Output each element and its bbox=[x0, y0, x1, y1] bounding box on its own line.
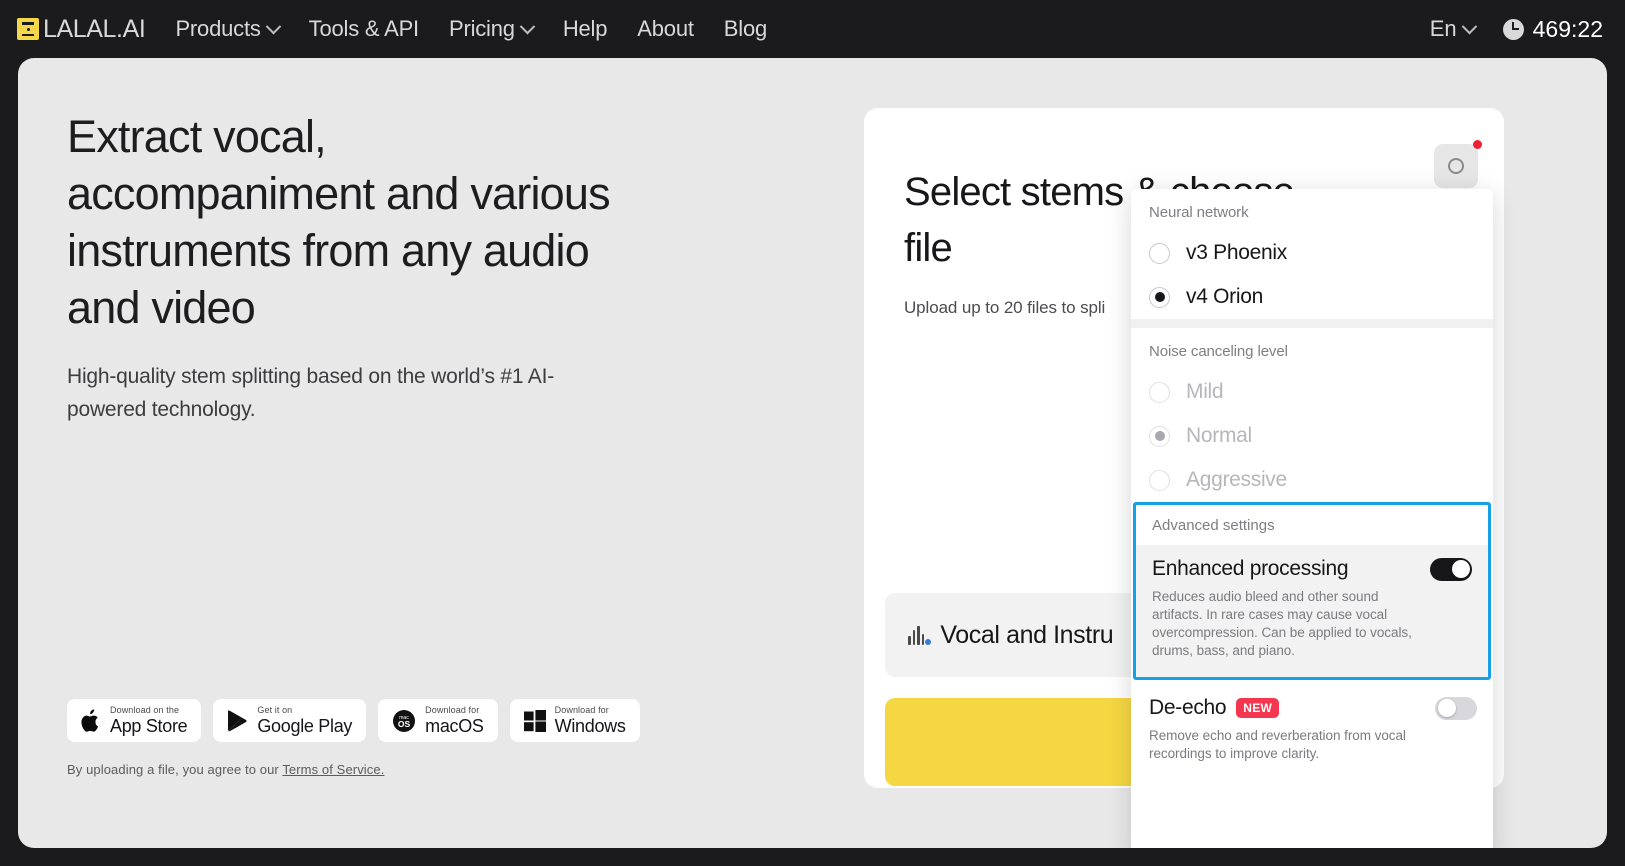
svg-text:OS: OS bbox=[398, 719, 411, 729]
macos-badge[interactable]: mac OS Download for macOS bbox=[378, 699, 498, 742]
page-container: Extract vocal, accompaniment and various… bbox=[18, 58, 1607, 848]
nav-label: Tools & API bbox=[308, 16, 420, 41]
toggle-knob bbox=[1451, 560, 1470, 578]
top-navigation-bar: LALAL.AI Products Tools & API Pricing He… bbox=[0, 0, 1625, 58]
nav-item-pricing[interactable]: Pricing bbox=[448, 16, 536, 42]
new-badge: NEW bbox=[1236, 698, 1280, 718]
radio-icon bbox=[1149, 242, 1170, 264]
logo[interactable]: LALAL.AI bbox=[17, 14, 146, 44]
download-badges: Download on the App Store Get it on Goog… bbox=[67, 699, 640, 742]
chevron-down-icon bbox=[519, 18, 536, 34]
nav-item-help[interactable]: Help bbox=[562, 16, 608, 42]
clock-icon bbox=[1502, 18, 1524, 40]
terms-of-service-link[interactable]: Terms of Service. bbox=[282, 762, 384, 777]
google-play-badge[interactable]: Get it on Google Play bbox=[213, 699, 367, 742]
terms-notice: By uploading a file, you agree to our Te… bbox=[67, 762, 384, 777]
badge-title: Google Play bbox=[257, 716, 353, 736]
notification-dot bbox=[1473, 140, 1482, 149]
badge-small-text: Download for bbox=[425, 705, 480, 715]
deecho-toggle[interactable] bbox=[1435, 696, 1477, 720]
badge-small-text: Get it on bbox=[257, 705, 293, 715]
radio-normal[interactable]: Normal bbox=[1131, 414, 1493, 458]
toggle-knob bbox=[1437, 699, 1456, 717]
radio-label: Normal bbox=[1186, 424, 1252, 447]
badge-small-text: Download on the bbox=[110, 705, 180, 715]
terms-text: By uploading a file, you agree to our bbox=[67, 762, 283, 777]
radio-icon-selected bbox=[1149, 425, 1170, 447]
radio-label: v3 Phoenix bbox=[1186, 241, 1287, 264]
app-store-badge[interactable]: Download on the App Store bbox=[67, 699, 202, 742]
language-label: En bbox=[1429, 16, 1457, 41]
nav-label: Pricing bbox=[448, 16, 515, 41]
gear-icon bbox=[1448, 158, 1464, 174]
timer-value: 469:22 bbox=[1532, 15, 1603, 42]
lalal-logo-icon bbox=[17, 18, 39, 40]
nav-item-tools-api[interactable]: Tools & API bbox=[308, 16, 420, 42]
radio-label: v4 Orion bbox=[1186, 285, 1263, 308]
radio-icon bbox=[1149, 469, 1170, 491]
enhanced-processing-toggle[interactable] bbox=[1430, 557, 1472, 581]
nav-label: About bbox=[637, 16, 694, 41]
main-nav: Products Tools & API Pricing Help About … bbox=[175, 16, 767, 42]
nav-label: Blog bbox=[723, 16, 768, 41]
card-subtitle: Upload up to 20 files to spli bbox=[904, 298, 1106, 317]
macos-icon: mac OS bbox=[392, 709, 416, 733]
enhanced-processing-description: Reduces audio bleed and other sound arti… bbox=[1152, 589, 1412, 658]
nav-label: Products bbox=[175, 16, 261, 41]
neural-network-label: Neural network bbox=[1149, 204, 1249, 221]
chevron-down-icon bbox=[265, 18, 281, 34]
enhanced-processing-row: Enhanced processing Reduces audio bleed … bbox=[1136, 545, 1488, 677]
settings-gear-button[interactable] bbox=[1434, 140, 1482, 188]
hero-section: Extract vocal, accompaniment and various… bbox=[67, 108, 627, 426]
radio-label: Aggressive bbox=[1186, 468, 1287, 491]
badge-title: Windows bbox=[554, 716, 626, 736]
radio-icon-selected bbox=[1149, 286, 1170, 308]
advanced-settings-section: Advanced settings Enhanced processing Re… bbox=[1133, 502, 1491, 680]
radio-v4-orion[interactable]: v4 Orion bbox=[1131, 275, 1493, 319]
waveform-icon bbox=[908, 625, 932, 645]
noise-canceling-label: Noise canceling level bbox=[1149, 343, 1288, 360]
google-play-icon bbox=[227, 709, 248, 732]
enhanced-processing-title: Enhanced processing bbox=[1152, 557, 1349, 580]
settings-dropdown: Neural network v3 Phoenix v4 Orion Noise… bbox=[1131, 189, 1493, 848]
minutes-balance[interactable]: 469:22 bbox=[1502, 15, 1603, 43]
radio-aggressive[interactable]: Aggressive bbox=[1131, 458, 1493, 502]
top-right-controls: En 469:22 bbox=[1430, 16, 1603, 43]
radio-v3-phoenix[interactable]: v3 Phoenix bbox=[1131, 231, 1493, 275]
advanced-settings-label: Advanced settings bbox=[1136, 505, 1488, 545]
language-selector[interactable]: En bbox=[1429, 16, 1477, 42]
windows-badge[interactable]: Download for Windows bbox=[509, 699, 640, 742]
windows-icon bbox=[523, 709, 546, 732]
deecho-description: Remove echo and reverberation from vocal… bbox=[1149, 728, 1406, 761]
brand-name: LALAL.AI bbox=[43, 14, 146, 43]
page-title: Extract vocal, accompaniment and various… bbox=[67, 111, 611, 333]
nav-item-products[interactable]: Products bbox=[175, 16, 281, 42]
divider bbox=[1131, 319, 1493, 328]
badge-title: macOS bbox=[425, 716, 484, 736]
deecho-title: De-echo bbox=[1149, 696, 1227, 719]
radio-mild[interactable]: Mild bbox=[1131, 370, 1493, 414]
radio-label: Mild bbox=[1186, 380, 1224, 403]
chevron-down-icon bbox=[1461, 18, 1477, 34]
apple-icon bbox=[81, 708, 101, 733]
nav-label: Help bbox=[562, 16, 608, 41]
nav-item-blog[interactable]: Blog bbox=[724, 16, 767, 42]
stem-label: Vocal and Instru bbox=[940, 620, 1114, 649]
badge-small-text: Download for bbox=[554, 705, 609, 715]
deecho-row: De-echo NEW Remove echo and reverberatio… bbox=[1131, 680, 1493, 777]
nav-item-about[interactable]: About bbox=[637, 16, 694, 42]
badge-title: App Store bbox=[110, 716, 188, 736]
hero-subtitle: High-quality stem splitting based on the… bbox=[67, 365, 555, 421]
radio-icon bbox=[1149, 381, 1170, 403]
